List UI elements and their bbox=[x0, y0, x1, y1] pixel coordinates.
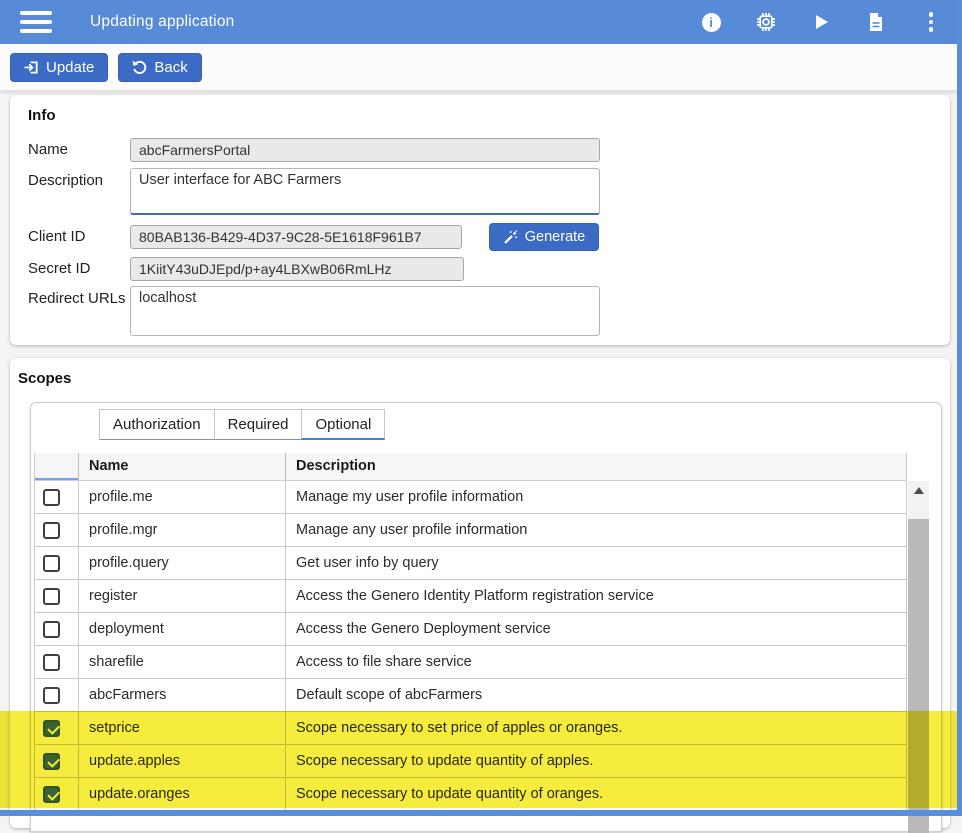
scope-description: Default scope of abcFarmers bbox=[285, 679, 906, 711]
scope-checkbox[interactable] bbox=[43, 588, 60, 605]
scope-name: deployment bbox=[78, 613, 285, 645]
scope-checkbox[interactable] bbox=[43, 786, 60, 803]
scope-checkbox[interactable] bbox=[43, 687, 60, 704]
table-row[interactable]: abcFarmersDefault scope of abcFarmers bbox=[34, 679, 907, 712]
scope-name: register bbox=[78, 580, 285, 612]
scrollbar-thumb[interactable] bbox=[908, 519, 929, 833]
redirect-urls-label: Redirect URLs bbox=[28, 290, 126, 307]
row-checkbox-cell bbox=[35, 778, 78, 810]
scope-checkbox[interactable] bbox=[43, 753, 60, 770]
scope-description: Scope necessary to set price of apples o… bbox=[285, 712, 906, 744]
document-icon[interactable] bbox=[865, 11, 887, 33]
scope-name: profile.query bbox=[78, 547, 285, 579]
table-row[interactable]: sharefileAccess to file share service bbox=[34, 646, 907, 679]
table-row[interactable]: profile.queryGet user info by query bbox=[34, 547, 907, 580]
row-checkbox-cell bbox=[35, 613, 78, 645]
scope-name: profile.mgr bbox=[78, 514, 285, 546]
chip-icon[interactable] bbox=[755, 11, 777, 33]
table-row[interactable]: registerAccess the Genero Identity Platf… bbox=[34, 580, 907, 613]
scope-description: Manage any user profile information bbox=[285, 514, 906, 546]
info-section: Info Name Description Client ID Generate… bbox=[10, 95, 950, 345]
table-row[interactable]: profile.mgrManage any user profile infor… bbox=[34, 514, 907, 547]
scope-checkbox[interactable] bbox=[43, 720, 60, 737]
scopes-section-title: Scopes bbox=[18, 370, 71, 387]
table-row[interactable]: update.applesScope necessary to update q… bbox=[34, 745, 907, 778]
client-id-label: Client ID bbox=[28, 228, 86, 245]
scope-description: Get user info by query bbox=[285, 547, 906, 579]
scope-name: update.oranges bbox=[78, 778, 285, 810]
magic-wand-icon bbox=[503, 230, 518, 245]
secret-id-label: Secret ID bbox=[28, 260, 91, 277]
toolbar: Update Back bbox=[0, 44, 962, 91]
scope-description: Access the Genero Deployment service bbox=[285, 613, 906, 645]
window-edge-bottom bbox=[0, 810, 962, 816]
description-label: Description bbox=[28, 172, 103, 189]
description-column-header[interactable]: Description bbox=[285, 453, 906, 480]
window-edge-right bbox=[957, 0, 962, 816]
page-title: Updating application bbox=[90, 13, 234, 31]
scope-name: sharefile bbox=[78, 646, 285, 678]
row-checkbox-cell bbox=[35, 745, 78, 777]
row-checkbox-cell bbox=[35, 514, 78, 546]
scope-description: Scope necessary to update quantity of ap… bbox=[285, 745, 906, 777]
scopes-tabs: AuthorizationRequiredOptional bbox=[99, 409, 385, 440]
kebab-menu-icon[interactable] bbox=[920, 11, 942, 33]
scope-name: setprice bbox=[78, 712, 285, 744]
scope-name: update.apples bbox=[78, 745, 285, 777]
app-bar-actions: i bbox=[700, 11, 942, 33]
row-checkbox-cell bbox=[35, 580, 78, 612]
scope-description: Scope necessary to update quantity of or… bbox=[285, 778, 906, 810]
scroll-up-icon[interactable] bbox=[908, 481, 929, 499]
generate-button-label: Generate bbox=[525, 229, 585, 245]
row-checkbox-cell bbox=[35, 646, 78, 678]
update-button[interactable]: Update bbox=[10, 53, 108, 82]
play-icon[interactable] bbox=[810, 11, 832, 33]
name-field[interactable] bbox=[130, 138, 600, 162]
info-section-title: Info bbox=[28, 107, 56, 124]
client-id-field[interactable] bbox=[130, 225, 462, 249]
scope-name: abcFarmers bbox=[78, 679, 285, 711]
table-row[interactable]: setpriceScope necessary to set price of … bbox=[34, 712, 907, 745]
checkbox-column-header[interactable] bbox=[35, 453, 78, 480]
tab-authorization[interactable]: Authorization bbox=[99, 409, 215, 440]
redirect-urls-field[interactable] bbox=[130, 286, 600, 336]
scope-description: Access to file share service bbox=[285, 646, 906, 678]
scope-description: Access the Genero Identity Platform regi… bbox=[285, 580, 906, 612]
menu-icon[interactable] bbox=[20, 11, 52, 33]
table-header-row: Name Description bbox=[34, 453, 907, 481]
secret-id-field[interactable] bbox=[130, 257, 464, 281]
scope-name: profile.me bbox=[78, 481, 285, 513]
description-field[interactable] bbox=[130, 168, 600, 215]
info-icon[interactable]: i bbox=[700, 11, 722, 33]
table-row[interactable]: deploymentAccess the Genero Deployment s… bbox=[34, 613, 907, 646]
scope-checkbox[interactable] bbox=[43, 555, 60, 572]
table-row[interactable]: update.orangesScope necessary to update … bbox=[34, 778, 907, 811]
scope-checkbox[interactable] bbox=[43, 621, 60, 638]
generate-button[interactable]: Generate bbox=[489, 223, 599, 251]
scope-checkbox[interactable] bbox=[43, 489, 60, 506]
back-button[interactable]: Back bbox=[118, 53, 201, 82]
row-checkbox-cell bbox=[35, 712, 78, 744]
scopes-panel: AuthorizationRequiredOptional Name Descr… bbox=[30, 402, 942, 832]
name-column-header[interactable]: Name bbox=[78, 453, 285, 480]
row-checkbox-cell bbox=[35, 547, 78, 579]
table-scrollbar[interactable] bbox=[908, 481, 929, 833]
update-button-label: Update bbox=[46, 59, 94, 76]
sign-in-icon bbox=[24, 60, 39, 75]
tab-optional[interactable]: Optional bbox=[301, 409, 385, 440]
scope-checkbox[interactable] bbox=[43, 654, 60, 671]
row-checkbox-cell bbox=[35, 679, 78, 711]
table-row[interactable]: profile.meManage my user profile informa… bbox=[34, 481, 907, 514]
row-checkbox-cell bbox=[35, 481, 78, 513]
scopes-table-body: profile.meManage my user profile informa… bbox=[34, 481, 907, 811]
app-bar: Updating application i bbox=[0, 0, 962, 44]
undo-arrow-icon bbox=[132, 60, 147, 75]
scope-description: Manage my user profile information bbox=[285, 481, 906, 513]
name-label: Name bbox=[28, 141, 68, 158]
back-button-label: Back bbox=[154, 59, 187, 76]
scope-checkbox[interactable] bbox=[43, 522, 60, 539]
tab-required[interactable]: Required bbox=[214, 409, 303, 440]
scopes-section: Scopes AuthorizationRequiredOptional Nam… bbox=[10, 358, 950, 828]
